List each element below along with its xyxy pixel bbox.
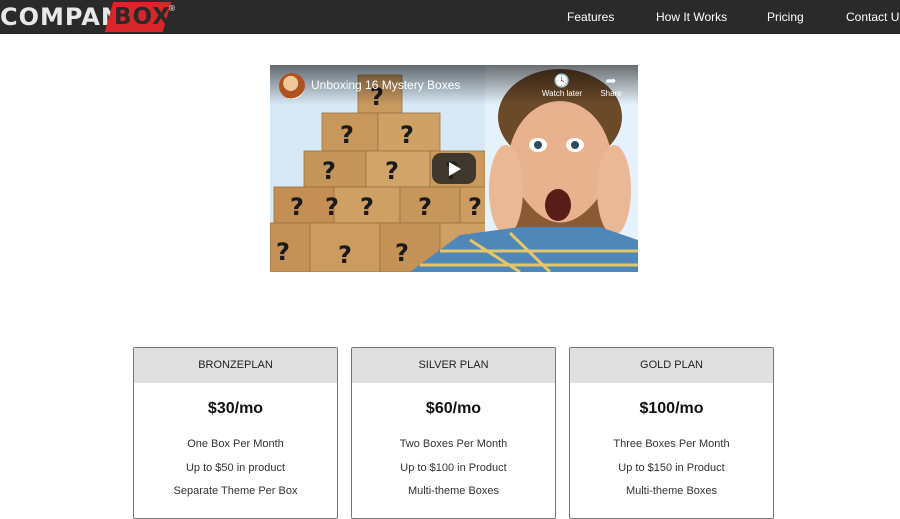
logo-text-box: BOX [114,4,171,30]
svg-text:?: ? [290,193,304,221]
svg-text:?: ? [468,193,482,221]
clock-icon: 🕓 [553,73,571,88]
plan-feature: Two Boxes Per Month [399,438,508,450]
plan-name: BRONZEPLAN [134,348,337,383]
svg-text:?: ? [385,157,399,185]
plan-feature: Separate Theme Per Box [173,485,298,497]
plan-price: $30/mo [207,400,264,417]
plan-feature: Multi-theme Boxes [407,485,500,497]
share-label: Share [600,89,622,98]
logo-box-badge: BOX [104,2,172,32]
svg-text:?: ? [360,193,374,221]
pricing-card-silver: SILVER PLAN $60/mo Two Boxes Per Month U… [351,347,556,519]
svg-text:?: ? [322,157,336,185]
share-arrow-icon: ➦ [605,73,617,88]
plan-feature: Three Boxes Per Month [613,438,730,450]
plan-feature: Multi-theme Boxes [625,485,718,497]
watch-later-button[interactable]: 🕓 Watch later [536,73,588,98]
plan-price: $100/mo [639,400,704,417]
company-logo[interactable]: COMPANY BOX ® [0,0,177,34]
svg-text:?: ? [418,193,432,221]
plan-feature: Up to $150 in Product [618,461,725,474]
watch-later-label: Watch later [541,89,583,98]
share-button[interactable]: ➦ Share [585,73,637,98]
svg-text:?: ? [276,238,290,266]
svg-text:?: ? [325,193,339,221]
registered-mark: ® [168,4,177,13]
nav-contact-us[interactable]: Contact Us [846,0,900,34]
pricing-card-bronze: BRONZEPLAN $30/mo One Box Per Month Up t… [133,347,338,519]
top-navbar: COMPANY BOX ® Features How It Works Pric… [0,0,900,34]
nav-pricing[interactable]: Pricing [767,0,804,34]
plan-name: GOLD PLAN [570,348,773,383]
pricing-card-gold: GOLD PLAN $100/mo Three Boxes Per Month … [569,347,774,519]
embedded-video[interactable]: ? ?? ??? ??? ?? ???? Unboxing 16 Mystery… [270,65,638,272]
svg-text:?: ? [400,121,414,149]
nav-how-it-works[interactable]: How It Works [656,0,727,34]
plan-name: SILVER PLAN [352,348,555,383]
svg-text:?: ? [395,239,409,267]
video-title[interactable]: Unboxing 16 Mystery Boxes [311,78,460,92]
plan-feature: Up to $50 in product [185,461,286,474]
nav-features[interactable]: Features [567,0,614,34]
plan-feature: Up to $100 in Product [400,461,507,474]
channel-avatar[interactable] [279,73,305,99]
plan-price: $60/mo [425,400,482,417]
play-icon [449,162,461,176]
play-button[interactable] [432,153,476,184]
plan-feature: One Box Per Month [187,438,284,450]
svg-text:?: ? [338,241,352,269]
svg-text:?: ? [340,121,354,149]
